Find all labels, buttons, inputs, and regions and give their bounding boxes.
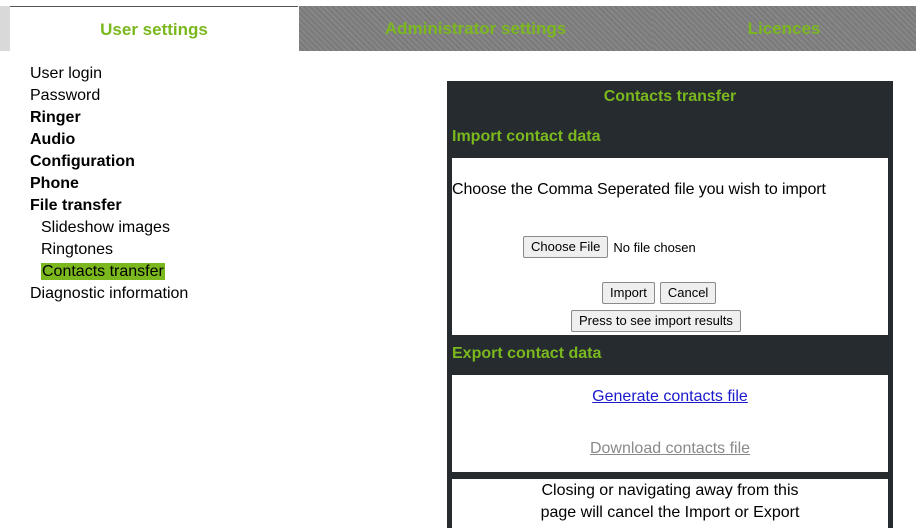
menu-item-password[interactable]: Password — [30, 85, 188, 107]
menu-item-audio[interactable]: Audio — [30, 129, 188, 151]
tab-administrator-settings[interactable]: Administrator settings — [299, 6, 652, 51]
download-contacts-link[interactable]: Download contacts file — [452, 440, 888, 458]
generate-contacts-link[interactable]: Generate contacts file — [452, 388, 888, 406]
tab-licences[interactable]: Licences — [652, 6, 916, 51]
warning-note-line-2: page will cancel the Import or Export — [540, 504, 800, 521]
cancel-button[interactable]: Cancel — [659, 282, 717, 304]
tab-user-settings[interactable]: User settings — [10, 6, 298, 52]
menu-item-contacts-transfer[interactable]: Contacts transfer — [30, 261, 188, 283]
panel-title: Contacts transfer — [603, 88, 737, 105]
menu-item-configuration[interactable]: Configuration — [30, 151, 188, 173]
sidebar-menu: User login Password Ringer Audio Configu… — [30, 63, 188, 305]
import-button[interactable]: Import — [602, 282, 655, 304]
menu-item-ringer[interactable]: Ringer — [30, 107, 188, 129]
export-box: Generate contacts file Download contacts… — [452, 375, 888, 472]
menu-item-ringtones[interactable]: Ringtones — [30, 239, 188, 261]
contacts-transfer-panel: Contacts transfer Import contact data Ch… — [447, 81, 893, 528]
import-actions: Import Cancel — [602, 282, 717, 304]
menu-item-slideshow-images[interactable]: Slideshow images — [30, 217, 188, 239]
choose-file-button[interactable]: Choose File — [523, 236, 609, 258]
import-description: Choose the Comma Seperated file you wish… — [452, 181, 826, 198]
tab-bar-edge — [0, 6, 10, 51]
tab-bar: User settings Administrator settings Lic… — [0, 0, 916, 52]
export-heading: Export contact data — [452, 345, 602, 362]
file-status-text: No file chosen — [613, 239, 696, 255]
menu-item-diagnostic-information[interactable]: Diagnostic information — [30, 283, 188, 305]
import-heading: Import contact data — [452, 128, 601, 145]
file-picker: Choose File No file chosen — [523, 236, 696, 258]
menu-item-phone[interactable]: Phone — [30, 173, 188, 195]
import-results-button[interactable]: Press to see import results — [571, 310, 741, 332]
warning-note-line-1: Closing or navigating away from this — [541, 482, 799, 499]
menu-item-file-transfer[interactable]: File transfer — [30, 195, 188, 217]
menu-item-contacts-transfer-label: Contacts transfer — [41, 263, 165, 280]
import-box: Choose the Comma Seperated file you wish… — [452, 158, 888, 335]
warning-note: Closing or navigating away from this pag… — [452, 479, 888, 528]
menu-item-user-login[interactable]: User login — [30, 63, 188, 85]
